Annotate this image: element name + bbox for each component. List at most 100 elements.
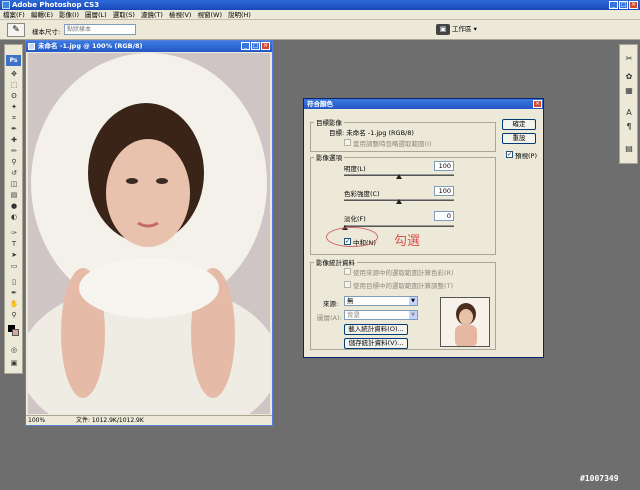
image-options-group-title: 影像選項 xyxy=(314,152,344,162)
menu-file[interactable]: 檔案(F) xyxy=(0,10,28,20)
use-target-selection-label: 使用目標中的選取範圍計算調整(T) xyxy=(353,282,454,290)
menu-filter[interactable]: 濾鏡(T) xyxy=(138,10,166,20)
menu-edit[interactable]: 編輯(E) xyxy=(28,10,56,20)
annotation-circle xyxy=(326,227,378,247)
document-status-bar: 100% 文件: 1012.9K/1012.9K xyxy=(26,415,272,425)
preview-label: 預視(P) xyxy=(515,152,537,160)
type-tool-icon[interactable]: T xyxy=(8,239,20,249)
ok-button[interactable]: 確定 xyxy=(502,119,536,130)
menu-view[interactable]: 檢視(V) xyxy=(166,10,195,20)
character-panel-icon[interactable]: A xyxy=(623,107,635,119)
use-source-selection-checkbox[interactable] xyxy=(344,268,351,275)
dialog-title-bar[interactable]: 符合顏色 xyxy=(304,99,543,109)
save-statistics-button[interactable]: 儲存統計資料(V)... xyxy=(344,338,408,349)
menu-window[interactable]: 視窗(W) xyxy=(194,10,225,20)
eyedropper-tool-icon[interactable]: ✒ xyxy=(8,124,20,134)
quick-mask-icon[interactable]: ◎ xyxy=(8,345,20,355)
paragraph-panel-icon[interactable]: ¶ xyxy=(623,121,635,133)
color-intensity-slider-thumb[interactable] xyxy=(396,199,402,204)
zoom-tool-icon[interactable]: ⚲ xyxy=(8,310,20,320)
minimize-icon[interactable]: _ xyxy=(609,1,618,9)
zoom-level[interactable]: 100% xyxy=(28,416,45,426)
history-brush-tool-icon[interactable]: ↺ xyxy=(8,168,20,178)
blur-tool-icon[interactable]: ● xyxy=(8,201,20,211)
sample-size-value: 點狀樣本 xyxy=(67,26,92,33)
notes-tool-icon[interactable]: ▯ xyxy=(8,277,20,287)
target-image-group-title: 目標影像 xyxy=(314,117,344,127)
color-intensity-input[interactable]: 100 xyxy=(434,186,454,196)
background-color-swatch[interactable] xyxy=(12,329,19,336)
portrait-photo xyxy=(28,53,270,414)
ignore-selection-label: 套用調整時忽略選取範圍(I) xyxy=(353,140,432,148)
path-selection-tool-icon[interactable]: ➤ xyxy=(8,250,20,260)
fade-label: 淡化(F) xyxy=(344,215,366,223)
navigator-panel-icon[interactable]: ▤ xyxy=(623,143,635,155)
luminance-label: 明度(L) xyxy=(344,165,366,173)
hand-tool-icon[interactable]: ✋ xyxy=(8,299,20,309)
magic-wand-tool-icon[interactable]: ✦ xyxy=(8,102,20,112)
options-bar: ✎ 樣本尺寸: 點狀樣本 ▣ 工作區 ▾ xyxy=(0,20,640,40)
doc-minimize-icon[interactable]: _ xyxy=(241,42,250,50)
source-preview-thumbnail xyxy=(440,297,490,347)
sample-size-label: 樣本尺寸: xyxy=(32,28,61,36)
menu-help[interactable]: 說明(H) xyxy=(225,10,254,20)
thumbnail-image xyxy=(441,298,489,346)
ignore-selection-checkbox[interactable] xyxy=(344,139,351,146)
lasso-tool-icon[interactable]: ʘ xyxy=(8,91,20,101)
color-intensity-label: 色彩強度(C) xyxy=(344,190,380,198)
menu-select[interactable]: 選取(S) xyxy=(110,10,138,20)
marquee-tool-icon[interactable]: ⬚ xyxy=(8,80,20,90)
chevron-down-icon: ▼ xyxy=(409,297,417,305)
app-title-bar: Adobe Photoshop CS3 xyxy=(0,0,640,10)
source-value: 無 xyxy=(347,297,354,305)
dialog-title: 符合顏色 xyxy=(307,100,333,108)
move-tool-icon[interactable]: ✥ xyxy=(8,69,20,79)
dodge-tool-icon[interactable]: ◐ xyxy=(8,212,20,222)
eyedropper-tool-preset-icon[interactable]: ✎ xyxy=(7,23,25,37)
crop-tool-icon[interactable]: ⌗ xyxy=(8,113,20,123)
use-source-selection-label: 使用來源中的選取範圍計算色彩(R) xyxy=(353,269,454,277)
healing-brush-tool-icon[interactable]: ✚ xyxy=(8,135,20,145)
shape-tool-icon[interactable]: ▭ xyxy=(8,261,20,271)
annotation-text: 勾選 xyxy=(394,234,421,249)
panel-dock: ✂ ✿ ▦ A ¶ ▤ xyxy=(619,44,638,164)
doc-maximize-icon[interactable]: □ xyxy=(251,42,260,50)
layer-value: 背景 xyxy=(347,311,360,319)
document-title-bar[interactable]: 未命名 -1.jpg @ 100% (RGB/8) xyxy=(26,41,272,52)
fade-input[interactable]: 0 xyxy=(434,211,454,221)
pen-tool-icon[interactable]: ✑ xyxy=(8,228,20,238)
load-statistics-button[interactable]: 載入統計資料(O)... xyxy=(344,324,408,335)
menu-image[interactable]: 影像(I) xyxy=(56,10,82,20)
ps-logo-icon[interactable]: Ps xyxy=(6,55,21,66)
eraser-tool-icon[interactable]: ◫ xyxy=(8,179,20,189)
workspace-menu-button[interactable]: 工作區 ▾ xyxy=(452,24,488,35)
chevron-down-icon: ▼ xyxy=(409,311,417,319)
brush-tool-icon[interactable]: ✏ xyxy=(8,146,20,156)
doc-close-icon[interactable]: × xyxy=(261,42,270,50)
close-icon[interactable]: × xyxy=(629,1,638,9)
reset-button[interactable]: 重設 xyxy=(502,133,536,144)
preview-checkbox[interactable]: ✓ xyxy=(506,151,513,158)
menu-layer[interactable]: 圖層(L) xyxy=(82,10,110,20)
use-target-selection-checkbox[interactable] xyxy=(344,281,351,288)
screen-mode-icon[interactable]: ▣ xyxy=(8,358,20,368)
maximize-icon[interactable]: □ xyxy=(619,1,628,9)
luminance-slider-thumb[interactable] xyxy=(396,174,402,179)
tools-panel: Ps ✥ ⬚ ʘ ✦ ⌗ ✒ ✚ ✏ ⚲ ↺ ◫ ▤ ● ◐ ✑ T ➤ ▭ ▯… xyxy=(4,44,23,374)
luminance-input[interactable]: 100 xyxy=(434,161,454,171)
dialog-close-icon[interactable]: × xyxy=(533,100,542,108)
eyedropper-tool-icon-2[interactable]: ✒ xyxy=(8,288,20,298)
brushes-panel-icon[interactable]: ✂ xyxy=(623,53,635,65)
layer-label: 圖層(A): xyxy=(317,314,342,322)
layer-select[interactable]: 背景 ▼ xyxy=(344,310,418,320)
layer-comps-panel-icon[interactable]: ▦ xyxy=(623,85,635,97)
source-select[interactable]: 無 ▼ xyxy=(344,296,418,306)
bridge-icon[interactable]: ▣ xyxy=(436,24,450,35)
gradient-tool-icon[interactable]: ▤ xyxy=(8,190,20,200)
sample-size-select[interactable]: 點狀樣本 xyxy=(64,24,136,35)
tool-presets-panel-icon[interactable]: ✿ xyxy=(623,71,635,83)
photo-canvas[interactable] xyxy=(28,53,270,414)
menu-bar: 檔案(F) 編輯(E) 影像(I) 圖層(L) 選取(S) 濾鏡(T) 檢視(V) 視窗(W)… xyxy=(0,10,640,20)
clone-stamp-tool-icon[interactable]: ⚲ xyxy=(8,157,20,167)
document-title: 未命名 -1.jpg @ 100% (RGB/8) xyxy=(38,42,143,50)
